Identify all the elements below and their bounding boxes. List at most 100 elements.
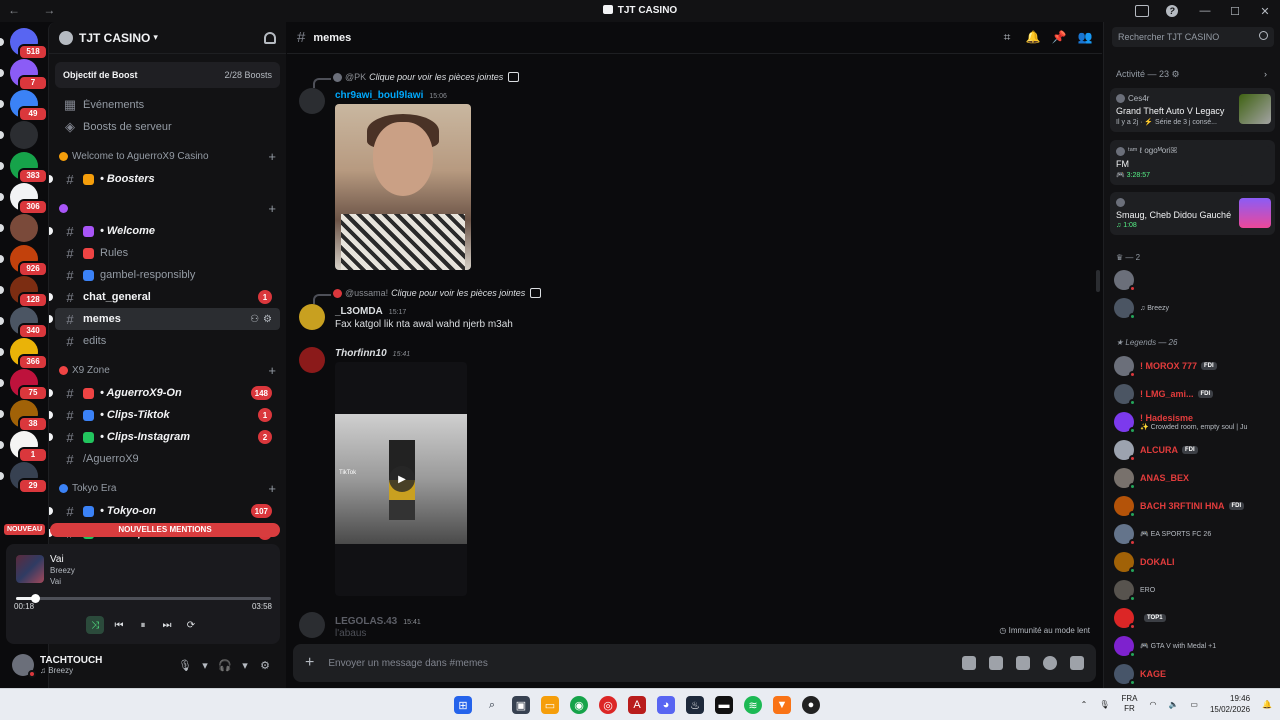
- avatar[interactable]: [12, 654, 36, 678]
- discord-icon[interactable]: ◕: [657, 696, 675, 714]
- channel-item[interactable]: # • Boosters: [49, 168, 280, 190]
- brave-icon[interactable]: ▼: [773, 696, 791, 714]
- chevron-up-icon[interactable]: ⌃: [1081, 700, 1088, 709]
- settings-gear-icon[interactable]: ⚙: [263, 314, 272, 325]
- windows-start-icon[interactable]: ⊞: [454, 696, 472, 714]
- task-view-icon[interactable]: ▣: [512, 696, 530, 714]
- member-item[interactable]: KAGE: [1114, 662, 1279, 686]
- channel-item[interactable]: # • AguerroX9-On 148: [49, 382, 280, 404]
- reply-preview[interactable]: @ussama! Clique pour voir les pièces joi…: [313, 288, 542, 304]
- bell-icon[interactable]: 🔔: [1026, 30, 1041, 44]
- gif-icon[interactable]: [989, 656, 1003, 670]
- member-item[interactable]: ! LMG_ami... FDI: [1114, 382, 1279, 406]
- channel-item[interactable]: # gambel-responsibly: [55, 264, 280, 286]
- spotify-icon[interactable]: ≋: [744, 696, 762, 714]
- channel-item[interactable]: # Rules: [55, 242, 280, 264]
- add-channel-icon[interactable]: +: [268, 363, 276, 378]
- avatar[interactable]: [299, 612, 325, 638]
- chevron-down-icon[interactable]: ▾: [236, 656, 254, 674]
- member-item[interactable]: ERO: [1114, 578, 1279, 602]
- avatar[interactable]: [299, 304, 325, 330]
- help-icon[interactable]: ?: [1160, 0, 1190, 22]
- search-icon[interactable]: ⌕: [483, 696, 501, 714]
- message-input[interactable]: Envoyer un message dans #memes: [328, 658, 949, 669]
- battery-icon[interactable]: ▭: [1190, 700, 1198, 709]
- image-attachment[interactable]: [335, 104, 471, 270]
- progress-bar[interactable]: [16, 594, 271, 603]
- server-boosts-link[interactable]: ◈ Boosts de serveur: [55, 116, 280, 138]
- activity-card[interactable]: Ces4r Grand Theft Auto V Legacy Il y a 2j …: [1110, 88, 1275, 132]
- add-channel-icon[interactable]: +: [268, 149, 276, 164]
- pin-icon[interactable]: 📌: [1052, 30, 1067, 44]
- message-author[interactable]: chr9awi_boul9lawi 15:06: [335, 90, 447, 101]
- member-item[interactable]: BACH 3RFTINI HNA FDI: [1114, 494, 1279, 518]
- add-member-icon[interactable]: ⚇: [250, 314, 259, 325]
- member-item[interactable]: [1114, 268, 1279, 292]
- channel-item[interactable]: # edits: [55, 330, 280, 352]
- member-item[interactable]: ! Hadesisme ✨ Crowded room, empty soul | …: [1114, 410, 1279, 434]
- emoji-icon[interactable]: [1043, 656, 1057, 670]
- message-author[interactable]: _L3OMDA 15:17: [335, 306, 406, 317]
- channel-item[interactable]: # • Clips-Instagram 2: [49, 426, 280, 448]
- member-item[interactable]: ANAS_BEX: [1114, 466, 1279, 490]
- member-item[interactable]: TOP1: [1114, 606, 1279, 630]
- clock[interactable]: 19:46 15/02/2026: [1210, 693, 1250, 715]
- settings-gear-icon[interactable]: ⚙: [256, 656, 274, 674]
- member-item[interactable]: DOKALI: [1114, 550, 1279, 574]
- shuffle-icon[interactable]: ⤨: [86, 616, 104, 634]
- epic-icon[interactable]: ▬: [715, 696, 733, 714]
- chrome-icon[interactable]: ◉: [570, 696, 588, 714]
- gift-icon[interactable]: [962, 656, 976, 670]
- pause-icon[interactable]: ⏸: [134, 616, 152, 634]
- events-link[interactable]: ▦ Événements: [55, 94, 280, 116]
- steam-icon[interactable]: ♨: [686, 696, 704, 714]
- server-icon[interactable]: [10, 121, 38, 149]
- apps-icon[interactable]: [1070, 656, 1084, 670]
- file-explorer-icon[interactable]: ▭: [541, 696, 559, 714]
- channel-item[interactable]: #/AguerroX9: [55, 448, 280, 470]
- invite-icon[interactable]: [264, 32, 276, 44]
- chevron-right-icon[interactable]: ›: [1264, 69, 1267, 79]
- avatar[interactable]: [299, 88, 325, 114]
- wifi-icon[interactable]: ◠: [1149, 700, 1156, 709]
- channel-item[interactable]: # memes ⚇ ⚙: [49, 308, 280, 330]
- add-attachment-icon[interactable]: +: [305, 654, 314, 672]
- play-icon[interactable]: ▶: [389, 466, 415, 492]
- message-composer[interactable]: + Envoyer un message dans #memes: [293, 644, 1096, 682]
- close-button[interactable]: ✕: [1250, 0, 1280, 22]
- server-icon[interactable]: [10, 214, 38, 242]
- next-icon[interactable]: ⏭: [158, 616, 176, 634]
- channel-item[interactable]: # • Tokyo-on 107: [49, 500, 280, 522]
- members-icon[interactable]: 👥: [1078, 30, 1093, 44]
- sticker-icon[interactable]: [1016, 656, 1030, 670]
- app-icon[interactable]: ●: [802, 696, 820, 714]
- category-header[interactable]: +: [55, 196, 280, 220]
- inbox-icon[interactable]: [1130, 0, 1160, 22]
- category-header[interactable]: Tokyo Era +: [55, 476, 280, 500]
- scrollbar[interactable]: [1096, 270, 1100, 292]
- member-item[interactable]: 🎮 EA SPORTS FC 26: [1114, 522, 1279, 546]
- channel-item[interactable]: # chat_general 1: [49, 286, 280, 308]
- opera-icon[interactable]: ◎: [599, 696, 617, 714]
- avatar[interactable]: [299, 347, 325, 373]
- repeat-icon[interactable]: ⟳: [182, 616, 200, 634]
- previous-icon[interactable]: ⏮: [110, 616, 128, 634]
- app-icon[interactable]: A: [628, 696, 646, 714]
- member-item[interactable]: ALCURA FDI: [1114, 438, 1279, 462]
- headphones-icon[interactable]: 🎧: [216, 656, 234, 674]
- member-item[interactable]: ! MOROX 777 FDI: [1114, 354, 1279, 378]
- notification-icon[interactable]: 🔔: [1262, 700, 1272, 709]
- channel-item[interactable]: # • Clips-Tiktok 1: [49, 404, 280, 426]
- chevron-down-icon[interactable]: ▾: [196, 656, 214, 674]
- minimize-button[interactable]: —: [1190, 0, 1220, 22]
- member-item[interactable]: ♫ Breezy: [1114, 296, 1279, 320]
- threads-icon[interactable]: ⌗: [1000, 30, 1014, 44]
- volume-icon[interactable]: 🔈: [1168, 700, 1178, 709]
- message-author[interactable]: Thorfinn10 15:41: [335, 348, 410, 359]
- add-channel-icon[interactable]: +: [268, 201, 276, 216]
- language-indicator[interactable]: FRA FR: [1121, 694, 1137, 714]
- category-header[interactable]: Welcome to AguerroX9 Casino +: [55, 144, 280, 168]
- channel-item[interactable]: # • Welcome: [49, 220, 280, 242]
- video-attachment[interactable]: ▶ TikTok: [335, 362, 467, 596]
- category-header[interactable]: X9 Zone +: [55, 358, 280, 382]
